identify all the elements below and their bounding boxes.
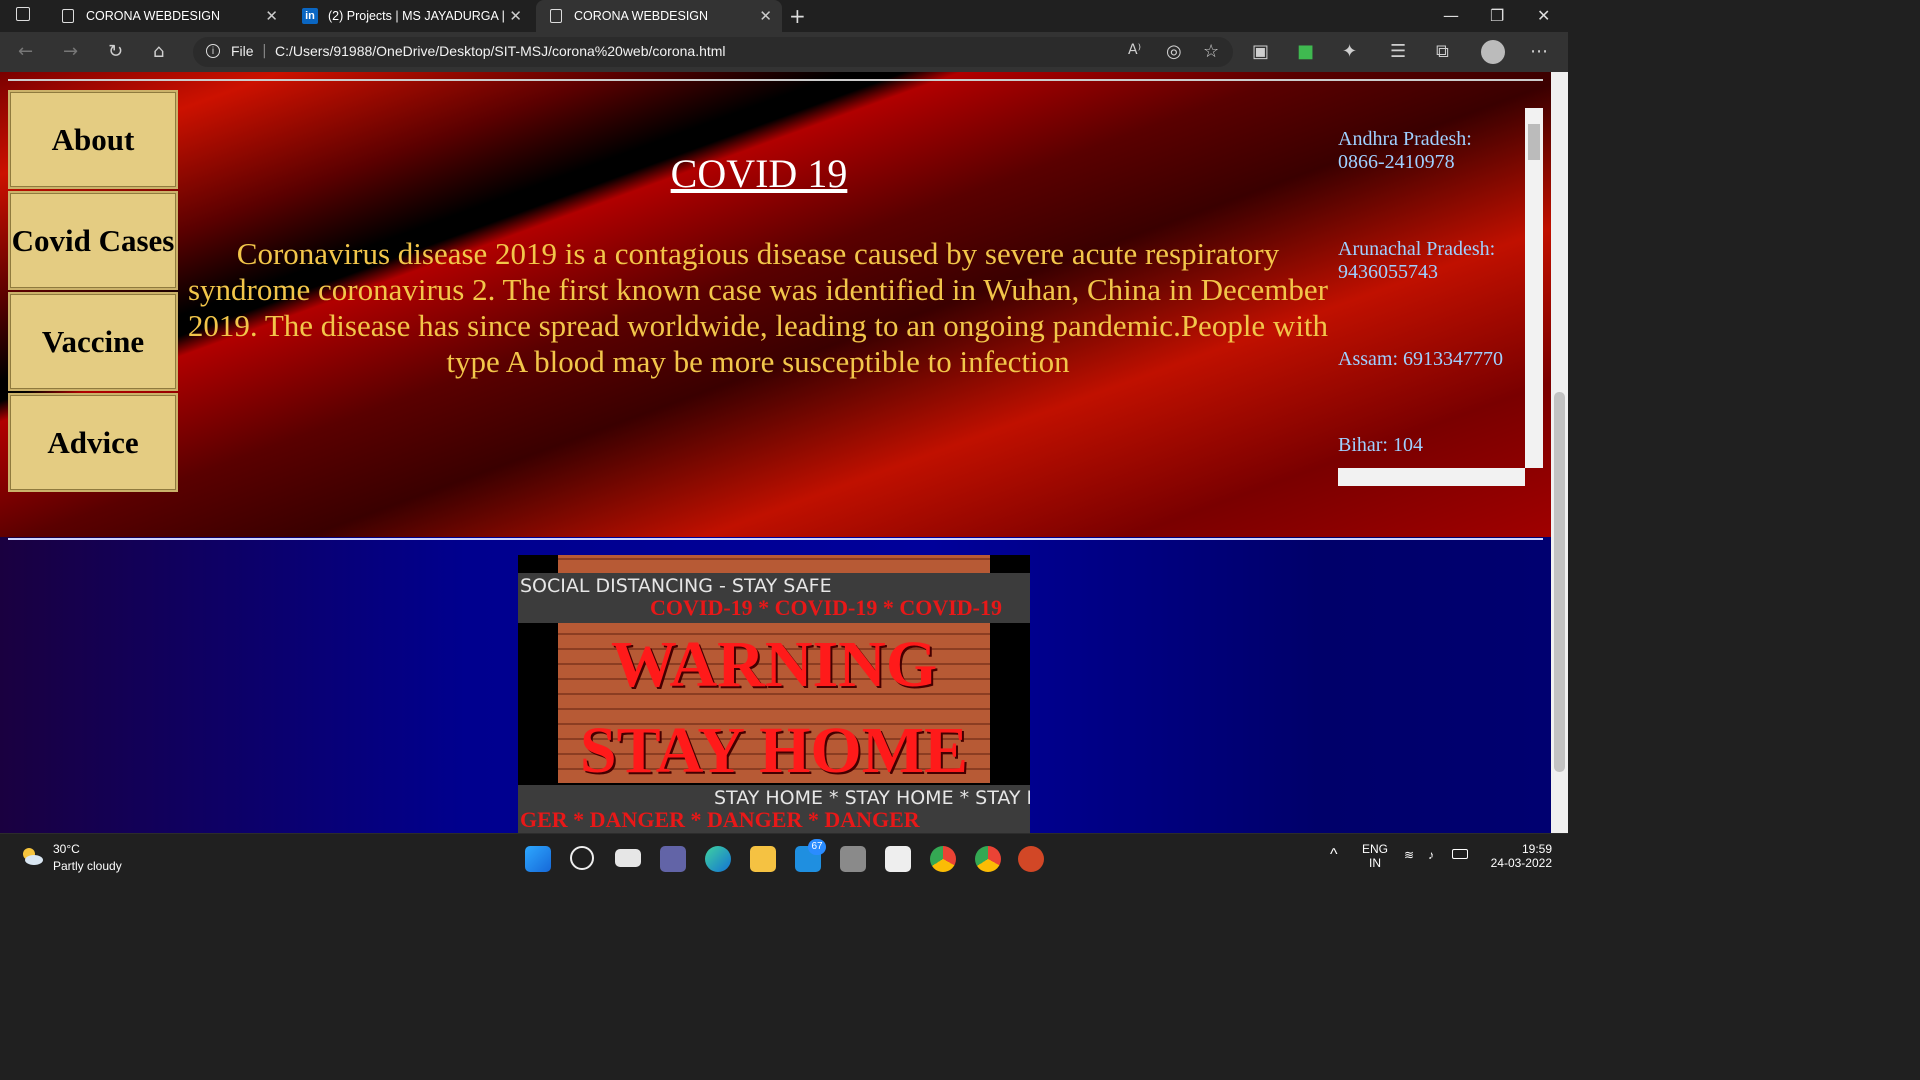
region-code: IN: [1369, 856, 1381, 870]
profile-avatar[interactable]: [1481, 40, 1505, 64]
chat-icon[interactable]: [660, 846, 686, 872]
browser-toolbar: ← → ↻ ⌂ i File | C:/Users/91988/OneDrive…: [0, 32, 1568, 72]
language-indicator[interactable]: ENG IN: [1362, 842, 1388, 870]
start-icon[interactable]: [525, 846, 551, 872]
task-view-icon[interactable]: [615, 849, 641, 867]
collections-icon[interactable]: ▣: [1252, 41, 1269, 62]
divider: [8, 79, 1543, 81]
helpline-item: Bihar: 104: [1338, 434, 1423, 456]
ticker-text: GER * DANGER * DANGER * DANGER: [520, 807, 920, 832]
favorites-icon[interactable]: ☰: [1390, 41, 1406, 62]
hero-section: About Covid Cases Vaccine Advice COVID 1…: [0, 72, 1551, 537]
tab-1[interactable]: CORONA WEBDESIGN ✕: [48, 0, 288, 32]
tab-title: CORONA WEBDESIGN: [86, 9, 221, 23]
helpline-list: Andhra Pradesh: 0866-2410978 Arunachal P…: [1338, 108, 1543, 486]
chrome-icon[interactable]: [975, 846, 1001, 872]
taskbar: 30°C Partly cloudy 67 ^ ENG IN ≋ ♪ 19:59…: [0, 833, 1568, 883]
url-text[interactable]: C:/Users/91988/OneDrive/Desktop/SIT-MSJ/…: [275, 43, 726, 59]
new-tab-icon[interactable]: +: [789, 4, 806, 28]
linkedin-icon: in: [302, 8, 318, 24]
wifi-icon[interactable]: ≋: [1404, 848, 1414, 862]
page-icon: [62, 9, 74, 23]
add-favorite-icon[interactable]: ☆: [1203, 41, 1219, 62]
divider: [8, 538, 1543, 540]
page-title: COVID 19: [670, 151, 848, 196]
restore-icon[interactable]: ❐: [1490, 6, 1504, 25]
warning-poster: SOCIAL DISTANCING - STAY SAFE COVID-19 *…: [518, 555, 1030, 833]
web-page: About Covid Cases Vaccine Advice COVID 1…: [0, 72, 1551, 833]
calculator-icon[interactable]: [840, 846, 866, 872]
page-icon: [550, 9, 562, 23]
nav-about[interactable]: About: [8, 90, 178, 189]
read-aloud-icon[interactable]: A⁾: [1128, 42, 1141, 58]
chevron-up-icon[interactable]: ^: [1330, 846, 1338, 864]
home-icon[interactable]: ⌂: [153, 41, 164, 62]
refresh-icon[interactable]: ↻: [108, 41, 123, 62]
tab-3-active[interactable]: CORONA WEBDESIGN ✕: [536, 0, 782, 32]
poster-section: SOCIAL DISTANCING - STAY SAFE COVID-19 *…: [0, 537, 1551, 833]
headline-stay-home: STAY HOME: [579, 714, 969, 787]
ticker-text: COVID-19 * COVID-19 * COVID-19: [650, 595, 1002, 620]
more-icon[interactable]: ⋯: [1530, 41, 1548, 62]
extensions-icon[interactable]: ✦: [1342, 41, 1357, 62]
side-nav: About Covid Cases Vaccine Advice: [8, 90, 178, 494]
file-explorer-icon[interactable]: [750, 846, 776, 872]
nav-advice[interactable]: Advice: [8, 393, 178, 492]
helpline-item: Andhra Pradesh: 0866-2410978: [1338, 128, 1472, 173]
bottom-banner: STAY HOME * STAY HOME * STAY HOME GER * …: [518, 785, 1030, 833]
close-icon[interactable]: ✕: [759, 7, 772, 25]
weather-condition[interactable]: Partly cloudy: [53, 859, 122, 873]
page-scrollbar[interactable]: [1551, 72, 1568, 833]
clock-time: 19:59: [1521, 842, 1552, 856]
language-code: ENG: [1362, 842, 1389, 856]
forward-icon[interactable]: →: [63, 41, 78, 62]
search-icon[interactable]: [570, 846, 594, 870]
helpline-item: Assam: 6913347770: [1338, 348, 1503, 370]
partly-cloudy-icon[interactable]: [20, 846, 44, 866]
scroll-thumb[interactable]: [1528, 124, 1540, 160]
tab-actions-icon[interactable]: [16, 7, 30, 21]
tracking-prevention-icon[interactable]: ◎: [1166, 41, 1182, 62]
close-window-icon[interactable]: ✕: [1537, 6, 1550, 25]
back-icon[interactable]: ←: [18, 41, 33, 62]
powerpoint-icon[interactable]: [1018, 846, 1044, 872]
separator: |: [262, 43, 267, 59]
store-icon[interactable]: [885, 846, 911, 872]
clock[interactable]: 19:59 24-03-2022: [1482, 842, 1552, 870]
helpline-horizontal-scrollbar[interactable]: [1338, 468, 1525, 486]
mail-badge: 67: [808, 839, 826, 855]
weather-temp[interactable]: 30°C: [53, 842, 80, 856]
helpline-item: Arunachal Pradesh: 9436055743: [1338, 238, 1496, 283]
collections-menu-icon[interactable]: ⧉: [1436, 41, 1449, 62]
address-bar[interactable]: i File | C:/Users/91988/OneDrive/Desktop…: [193, 37, 1233, 67]
top-banner: SOCIAL DISTANCING - STAY SAFE COVID-19 *…: [518, 573, 1030, 623]
chrome-profile-icon[interactable]: [930, 846, 956, 872]
edge-icon[interactable]: [705, 846, 731, 872]
tab-title: (2) Projects | MS JAYADURGA | Li: [328, 9, 504, 23]
banner-text: STAY HOME * STAY HOME * STAY HOME: [714, 787, 1030, 809]
scroll-thumb[interactable]: [1554, 392, 1565, 772]
nav-covid-cases[interactable]: Covid Cases: [8, 191, 178, 290]
headline-warning: WARNING: [610, 628, 938, 701]
minimize-icon[interactable]: —: [1443, 6, 1459, 25]
banner-text: SOCIAL DISTANCING - STAY SAFE: [520, 575, 832, 597]
volume-icon[interactable]: ♪: [1428, 848, 1434, 862]
tab-title: CORONA WEBDESIGN: [574, 9, 709, 23]
close-icon[interactable]: ✕: [265, 7, 278, 25]
browser-tab-bar: CORONA WEBDESIGN ✕ in (2) Projects | MS …: [0, 0, 1568, 32]
clock-date: 24-03-2022: [1490, 856, 1552, 870]
info-icon[interactable]: i: [206, 44, 220, 58]
nav-vaccine[interactable]: Vaccine: [8, 292, 178, 391]
tab-2[interactable]: in (2) Projects | MS JAYADURGA | Li ✕: [292, 0, 532, 32]
extension-icon[interactable]: ■: [1297, 41, 1314, 62]
close-icon[interactable]: ✕: [509, 7, 522, 25]
description: Coronavirus disease 2019 is a contagious…: [187, 236, 1329, 379]
helpline-vertical-scrollbar[interactable]: [1525, 108, 1543, 468]
battery-icon[interactable]: [1452, 849, 1468, 859]
scheme-label: File: [231, 43, 254, 59]
